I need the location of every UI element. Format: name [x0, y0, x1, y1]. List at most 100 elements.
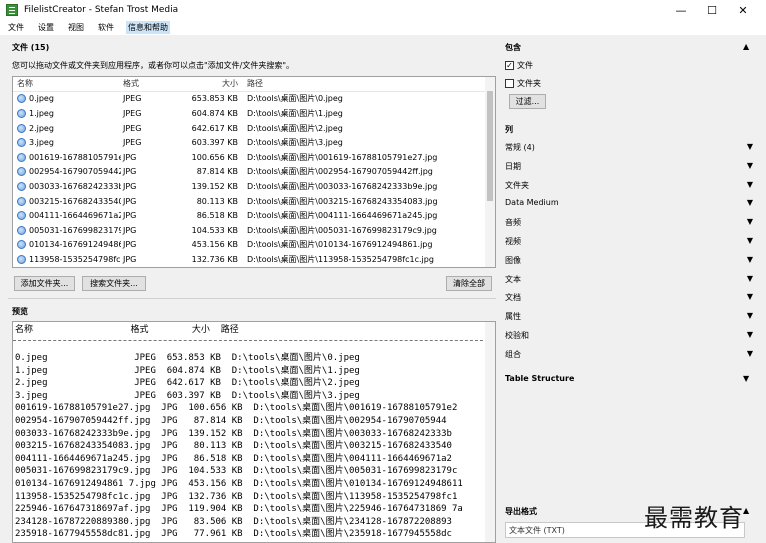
image-file-icon [17, 225, 26, 235]
file-name-cell: 0.jpeg [13, 94, 121, 104]
menu-info-help[interactable]: 信息和帮助 [126, 21, 170, 34]
chevron-down-icon: ▼ [746, 198, 753, 208]
column-group-item[interactable]: 文本 ▼ [505, 274, 753, 285]
column-group-item[interactable]: 日期 ▼ [505, 161, 753, 172]
file-name: 005031-167699823179c9.jpg [29, 225, 121, 235]
drag-hint: 您可以拖动文件或文件夹到应用程序，或者你可以点击"添加文件/文件夹搜索"。 [12, 61, 295, 70]
column-group-item[interactable]: 图像 ▼ [505, 255, 753, 266]
chevron-down-icon: ▼ [746, 236, 753, 245]
chevron-down-icon: ▼ [746, 160, 753, 170]
file-name: 004111-1664469671a245.jpg [29, 211, 121, 221]
file-format: JPG [123, 181, 137, 191]
file-name: 0.jpeg [29, 94, 54, 104]
file-list-row[interactable]: 002954-167907059442ff.jpgJPG 87.814 KB D:\… [13, 165, 495, 180]
file-list-row[interactable]: 2.jpeg JPEG 642.617 KB D:\tools\桌面\图片\2.jpe… [13, 121, 495, 136]
column-group-label: 日期 [505, 161, 521, 171]
file-format: JPG [123, 211, 137, 221]
file-list-row[interactable]: 004111-1664469671a245.jpgJPG 86.518 KB D:\… [13, 208, 495, 223]
column-group-item[interactable]: Data Medium ▼ [505, 198, 753, 207]
file-name: 1.jpeg [29, 108, 54, 118]
file-list[interactable]: 名称 格式 大小 路径 0.jpeg JPEG 653.853 KB D:\tools… [12, 76, 496, 268]
file-path: D:\tools\桌面\图片\0.jpeg [247, 94, 343, 104]
col-path-header[interactable]: 路径 [242, 78, 263, 89]
include-collapse-icon[interactable]: ▲ [743, 42, 749, 51]
file-size: 100.656 KB [191, 152, 238, 162]
section-divider[interactable] [8, 298, 496, 299]
maximize-button[interactable]: ☐ [697, 0, 727, 20]
file-list-scrollbar[interactable] [485, 77, 495, 267]
file-name: 3.jpeg [29, 138, 54, 148]
include-files-checkbox[interactable]: ✓ 文件 [505, 60, 533, 71]
file-path: D:\tools\桌面\图片\001619-16788105791e27.jpg [247, 152, 438, 162]
file-format: JPG [123, 225, 137, 235]
files-section-title: 文件 (15) [12, 43, 50, 52]
column-group-item[interactable]: 文档 ▼ [505, 292, 753, 303]
preview-line: 1.jpeg JPEG 604.874 KB D:\tools\桌面\图片\1.… [15, 365, 360, 376]
menu-settings[interactable]: 设置 [36, 21, 56, 34]
checkbox-checked-icon: ✓ [505, 61, 514, 70]
file-list-row[interactable]: 113958-1535254798fc1c.jpgJPG 132.736 KB D:… [13, 252, 495, 267]
minimize-button[interactable]: — [666, 0, 696, 20]
preview-line: 235918-1677945558dc81.jpg JPG 77.961 KB … [15, 529, 452, 540]
preview-line: 001619-16788105791e27.jpg JPG 100.656 KB… [15, 403, 458, 414]
file-list-row[interactable]: 3.jpeg JPEG 603.397 KB D:\tools\桌面\图片\3.jpe… [13, 135, 495, 150]
file-list-row[interactable]: 1.jpeg JPEG 604.874 KB D:\tools\桌面\图片\1.jpe… [13, 106, 495, 121]
preview-pane[interactable]: 名称 格式 大小 路径 0.jpeg JPEG 653.853 KB D:\to… [12, 321, 496, 543]
column-group-item[interactable]: 音频 ▼ [505, 217, 753, 228]
filter-button[interactable]: 过滤... [509, 94, 546, 109]
file-name-cell: 003215-16768243354083.jpg [13, 196, 121, 206]
file-name: 113958-1535254798fc1c.jpg [29, 254, 121, 264]
file-list-row[interactable]: 003033-16768242333b9e.jpgJPG 139.152 KB D:… [13, 179, 495, 194]
file-list-row[interactable]: 001619-16788105791e27.jpgJPG 100.656 KB D:… [13, 150, 495, 165]
column-group-item[interactable]: 文件夹 ▼ [505, 180, 753, 191]
preview-line: 002954-167907059442ff.jpg JPG 87.814 KB … [15, 416, 447, 426]
column-group-item[interactable]: 组合 ▼ [505, 349, 753, 360]
file-list-row[interactable]: 003215-16768243354083.jpgJPG 80.113 KB D:\… [13, 194, 495, 209]
column-group-item[interactable]: 常规 (4) ▼ [505, 142, 753, 153]
include-files-label: 文件 [517, 61, 533, 70]
add-folder-button[interactable]: 添加文件夹... [14, 276, 75, 291]
column-group-item[interactable]: 属性 ▼ [505, 311, 753, 322]
file-list-row[interactable]: 0.jpeg JPEG 653.853 KB D:\tools\桌面\图片\0.jpe… [13, 92, 495, 107]
file-name-cell: 010134-1676912494861.jpg [13, 240, 121, 250]
file-list-row[interactable]: 010134-1676912494861.jpgJPG 453.156 KB D:\… [13, 238, 495, 253]
image-file-icon [17, 94, 26, 104]
include-folders-checkbox[interactable]: 文件夹 [505, 78, 541, 89]
app-icon [6, 4, 18, 16]
right-panel: 包含 ▲ ✓ 文件 文件夹 过滤... 列 常规 (4) ▼ 日期 ▼ 文件夹 ▼ Data… [502, 36, 766, 543]
preview-separator [13, 340, 493, 341]
table-structure-expand-icon[interactable]: ▼ [743, 374, 749, 383]
column-group-item[interactable]: 校验和 ▼ [505, 330, 753, 341]
clear-all-button[interactable]: 清除全部 [446, 276, 492, 291]
close-button[interactable]: ✕ [728, 0, 758, 20]
file-size: 87.814 KB [196, 167, 238, 177]
image-file-icon [17, 138, 26, 148]
col-name-header[interactable]: 名称 [13, 78, 121, 89]
file-path: D:\tools\桌面\图片\004111-1664469671a245.jpg [247, 211, 438, 221]
menu-view[interactable]: 视图 [66, 21, 86, 34]
file-list-scroll-thumb[interactable] [487, 91, 493, 201]
menu-software[interactable]: 软件 [96, 21, 116, 34]
col-format-header[interactable]: 格式 [121, 78, 177, 89]
file-name-cell: 003033-16768242333b9e.jpg [13, 181, 121, 191]
column-group-label: 常规 (4) [505, 143, 535, 152]
file-size: 642.617 KB [191, 123, 238, 133]
preview-line: 003033-16768242333b9e.jpg JPG 139.152 KB… [15, 428, 452, 439]
column-group-label: 属性 [505, 312, 521, 322]
column-group-label: 音频 [505, 218, 521, 228]
preview-scrollbar[interactable] [485, 322, 495, 542]
chevron-down-icon: ▼ [746, 142, 753, 151]
file-path: D:\tools\桌面\图片\2.jpeg [247, 123, 343, 133]
column-group-label: 文件夹 [505, 180, 529, 190]
column-group-item[interactable]: 视频 ▼ [505, 236, 753, 247]
search-folder-button[interactable]: 搜索文件夹... [82, 276, 146, 291]
file-list-row[interactable]: 005031-167699823179c9.jpgJPG 104.533 KB D:… [13, 223, 495, 238]
menu-file[interactable]: 文件 [6, 21, 26, 34]
col-size-header[interactable]: 大小 [177, 78, 242, 89]
file-path: D:\tools\桌面\图片\113958-1535254798fc1c.jpg [247, 254, 434, 264]
preview-header: 名称 格式 大小 路径 [15, 325, 239, 335]
image-file-icon [17, 167, 26, 177]
preview-line: 3.jpeg JPEG 603.397 KB D:\tools\桌面\图片\3.… [15, 390, 360, 401]
file-format: JPG [123, 254, 137, 264]
column-group-label: 文本 [505, 274, 521, 284]
